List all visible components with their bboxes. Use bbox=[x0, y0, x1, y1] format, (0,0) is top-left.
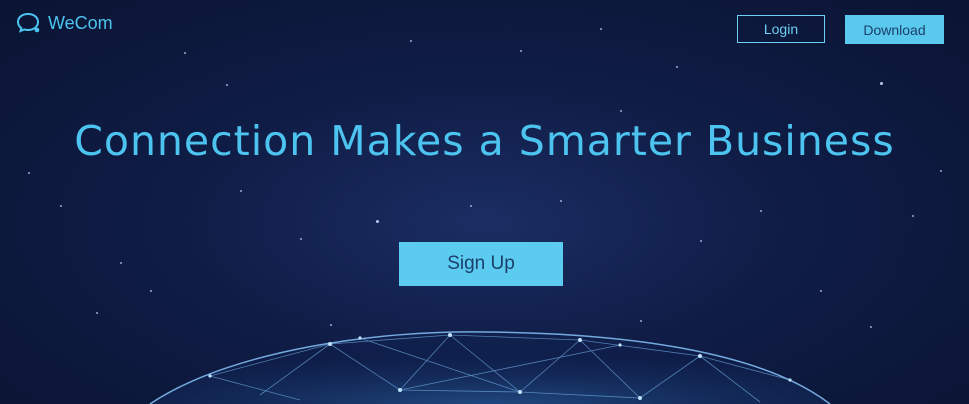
hero-headline: Connection Makes a Smarter Business bbox=[74, 117, 895, 165]
signup-button[interactable]: Sign Up bbox=[399, 242, 563, 286]
logo-text: WeCom bbox=[48, 12, 113, 33]
download-button[interactable]: Download bbox=[845, 15, 944, 44]
wecom-logo[interactable]: WeCom bbox=[16, 11, 113, 35]
chat-bubble-icon bbox=[16, 12, 40, 33]
starfield-background bbox=[0, 0, 969, 404]
login-button[interactable]: Login bbox=[737, 15, 825, 43]
